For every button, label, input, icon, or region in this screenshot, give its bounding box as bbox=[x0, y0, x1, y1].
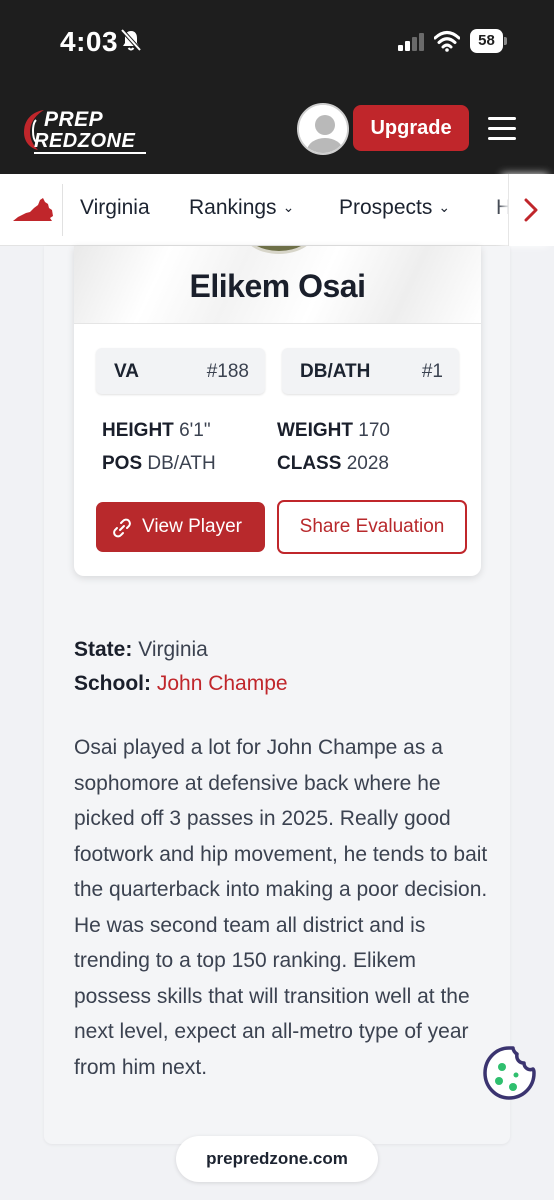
link-icon bbox=[113, 518, 131, 538]
player-name: Elikem Osai bbox=[189, 268, 366, 304]
browser-url-pill[interactable]: prepredzone.com bbox=[176, 1136, 378, 1182]
cookie-settings-icon[interactable] bbox=[480, 1044, 538, 1102]
school-info: School: John Champe bbox=[74, 672, 288, 695]
logo-text-redzone: REDZONE bbox=[34, 130, 136, 152]
logo-underline bbox=[34, 152, 146, 154]
player-card-header: Elikem Osai bbox=[74, 246, 481, 324]
position-rank-badge: DB/ATH #1 bbox=[282, 348, 459, 394]
player-evaluation-text: Osai played a lot for John Champe as a s… bbox=[74, 736, 488, 1079]
battery-level: 58 bbox=[470, 29, 503, 53]
share-evaluation-button[interactable]: Share Evaluation bbox=[277, 500, 467, 554]
user-avatar[interactable] bbox=[297, 103, 349, 155]
status-bar: 4:03 58 bbox=[0, 0, 554, 92]
position-rank-value: #1 bbox=[421, 361, 443, 382]
chevron-right-icon bbox=[524, 198, 538, 222]
player-card: Elikem Osai VA #188 DB/ATH #1 HEIGHT 6'1… bbox=[74, 246, 481, 576]
weight-stat: WEIGHT 170 bbox=[277, 420, 390, 441]
state-info: State: Virginia bbox=[74, 638, 208, 661]
user-avatar-icon bbox=[299, 105, 347, 153]
virginia-state-icon[interactable] bbox=[12, 196, 54, 224]
nav-item-rankings[interactable]: Rankings ⌄ bbox=[189, 196, 294, 220]
prep-redzone-logo[interactable]: PREP REDZONE bbox=[22, 106, 150, 158]
position-rank-label: DB/ATH bbox=[300, 361, 371, 382]
wifi-icon bbox=[434, 31, 460, 52]
state-rank-badge: VA #188 bbox=[96, 348, 265, 394]
nav-item-virginia[interactable]: Virginia bbox=[80, 196, 150, 220]
class-stat: CLASS 2028 bbox=[277, 453, 389, 474]
nav-item-prospects[interactable]: Prospects ⌄ bbox=[339, 196, 450, 220]
bell-muted-icon bbox=[120, 28, 142, 52]
height-stat: HEIGHT 6'1" bbox=[102, 420, 211, 441]
nav-scroll-right-button[interactable] bbox=[508, 174, 554, 246]
player-photo bbox=[242, 246, 316, 254]
position-stat: POS DB/ATH bbox=[102, 453, 216, 474]
state-nav-bar: Virginia Rankings ⌄ Prospects ⌄ H bbox=[0, 174, 554, 246]
cellular-signal-icon bbox=[398, 33, 424, 51]
school-link[interactable]: John Champe bbox=[157, 672, 288, 695]
status-time: 4:03 bbox=[60, 26, 119, 57]
site-header: PREP REDZONE Upgrade bbox=[0, 92, 554, 174]
chevron-down-icon: ⌄ bbox=[438, 199, 451, 215]
state-rank-label: VA bbox=[114, 361, 139, 382]
chevron-down-icon: ⌄ bbox=[282, 199, 295, 215]
view-player-label: View Player bbox=[142, 516, 242, 537]
hamburger-menu-icon[interactable] bbox=[488, 117, 516, 141]
logo-text-prep: PREP bbox=[44, 108, 104, 131]
view-player-button[interactable]: View Player bbox=[96, 502, 265, 552]
battery-indicator: 58 bbox=[470, 29, 507, 53]
state-rank-value: #188 bbox=[206, 361, 249, 382]
upgrade-button[interactable]: Upgrade bbox=[353, 105, 469, 151]
